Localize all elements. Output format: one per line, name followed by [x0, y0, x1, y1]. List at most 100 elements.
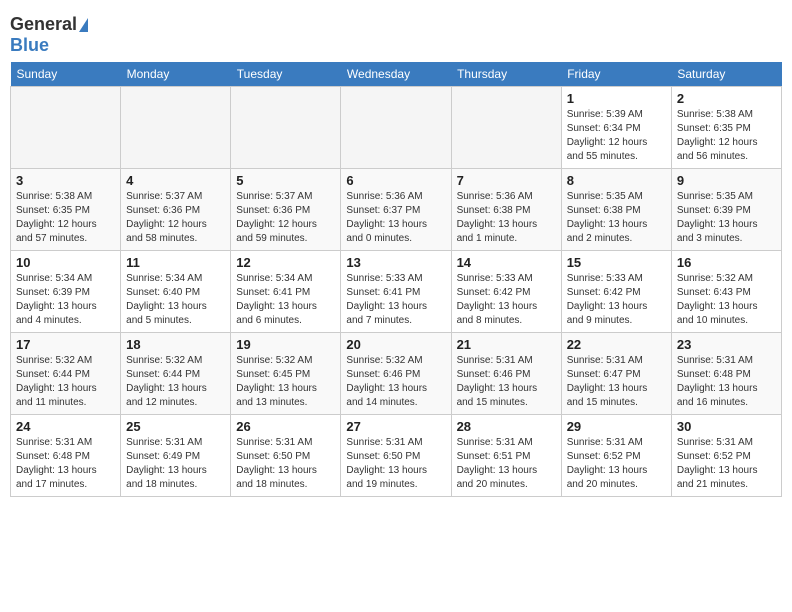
day-number: 6	[346, 173, 445, 188]
day-info: Sunrise: 5:38 AMSunset: 6:35 PMDaylight:…	[677, 109, 758, 162]
calendar-cell: 16 Sunrise: 5:32 AMSunset: 6:43 PMDaylig…	[671, 251, 781, 333]
logo-general-text: General	[10, 14, 77, 35]
logo-triangle-icon	[79, 18, 88, 32]
calendar-cell: 29 Sunrise: 5:31 AMSunset: 6:52 PMDaylig…	[561, 415, 671, 497]
day-number: 3	[16, 173, 115, 188]
calendar-cell: 4 Sunrise: 5:37 AMSunset: 6:36 PMDayligh…	[121, 169, 231, 251]
calendar-cell: 7 Sunrise: 5:36 AMSunset: 6:38 PMDayligh…	[451, 169, 561, 251]
day-info: Sunrise: 5:31 AMSunset: 6:46 PMDaylight:…	[457, 355, 538, 408]
calendar-cell	[231, 87, 341, 169]
day-info: Sunrise: 5:36 AMSunset: 6:37 PMDaylight:…	[346, 191, 427, 244]
day-number: 19	[236, 337, 335, 352]
day-number: 30	[677, 419, 776, 434]
day-number: 22	[567, 337, 666, 352]
calendar-cell	[11, 87, 121, 169]
calendar-cell: 30 Sunrise: 5:31 AMSunset: 6:52 PMDaylig…	[671, 415, 781, 497]
calendar-cell: 10 Sunrise: 5:34 AMSunset: 6:39 PMDaylig…	[11, 251, 121, 333]
day-number: 20	[346, 337, 445, 352]
day-number: 14	[457, 255, 556, 270]
calendar-cell: 25 Sunrise: 5:31 AMSunset: 6:49 PMDaylig…	[121, 415, 231, 497]
day-number: 4	[126, 173, 225, 188]
calendar-table: SundayMondayTuesdayWednesdayThursdayFrid…	[10, 62, 782, 497]
day-number: 1	[567, 91, 666, 106]
weekday-header-sunday: Sunday	[11, 62, 121, 87]
calendar-cell: 3 Sunrise: 5:38 AMSunset: 6:35 PMDayligh…	[11, 169, 121, 251]
day-number: 21	[457, 337, 556, 352]
logo-blue-text: Blue	[10, 35, 49, 56]
calendar-cell: 8 Sunrise: 5:35 AMSunset: 6:38 PMDayligh…	[561, 169, 671, 251]
day-info: Sunrise: 5:31 AMSunset: 6:51 PMDaylight:…	[457, 437, 538, 490]
day-info: Sunrise: 5:37 AMSunset: 6:36 PMDaylight:…	[236, 191, 317, 244]
weekday-header-saturday: Saturday	[671, 62, 781, 87]
day-info: Sunrise: 5:34 AMSunset: 6:40 PMDaylight:…	[126, 273, 207, 326]
day-number: 5	[236, 173, 335, 188]
day-info: Sunrise: 5:33 AMSunset: 6:41 PMDaylight:…	[346, 273, 427, 326]
day-number: 16	[677, 255, 776, 270]
day-number: 24	[16, 419, 115, 434]
weekday-header-friday: Friday	[561, 62, 671, 87]
calendar-cell: 1 Sunrise: 5:39 AMSunset: 6:34 PMDayligh…	[561, 87, 671, 169]
day-number: 15	[567, 255, 666, 270]
calendar-cell: 20 Sunrise: 5:32 AMSunset: 6:46 PMDaylig…	[341, 333, 451, 415]
day-info: Sunrise: 5:39 AMSunset: 6:34 PMDaylight:…	[567, 109, 648, 162]
calendar-week-row: 3 Sunrise: 5:38 AMSunset: 6:35 PMDayligh…	[11, 169, 782, 251]
calendar-cell: 21 Sunrise: 5:31 AMSunset: 6:46 PMDaylig…	[451, 333, 561, 415]
page-header: General Blue	[10, 10, 782, 56]
day-info: Sunrise: 5:36 AMSunset: 6:38 PMDaylight:…	[457, 191, 538, 244]
day-number: 25	[126, 419, 225, 434]
calendar-cell	[341, 87, 451, 169]
day-number: 26	[236, 419, 335, 434]
day-info: Sunrise: 5:33 AMSunset: 6:42 PMDaylight:…	[567, 273, 648, 326]
day-number: 11	[126, 255, 225, 270]
day-number: 27	[346, 419, 445, 434]
day-info: Sunrise: 5:31 AMSunset: 6:52 PMDaylight:…	[677, 437, 758, 490]
calendar-week-row: 24 Sunrise: 5:31 AMSunset: 6:48 PMDaylig…	[11, 415, 782, 497]
calendar-cell: 17 Sunrise: 5:32 AMSunset: 6:44 PMDaylig…	[11, 333, 121, 415]
day-info: Sunrise: 5:33 AMSunset: 6:42 PMDaylight:…	[457, 273, 538, 326]
calendar-week-row: 10 Sunrise: 5:34 AMSunset: 6:39 PMDaylig…	[11, 251, 782, 333]
day-number: 17	[16, 337, 115, 352]
calendar-cell: 28 Sunrise: 5:31 AMSunset: 6:51 PMDaylig…	[451, 415, 561, 497]
calendar-cell: 2 Sunrise: 5:38 AMSunset: 6:35 PMDayligh…	[671, 87, 781, 169]
weekday-header-monday: Monday	[121, 62, 231, 87]
calendar-cell: 23 Sunrise: 5:31 AMSunset: 6:48 PMDaylig…	[671, 333, 781, 415]
calendar-cell	[121, 87, 231, 169]
day-info: Sunrise: 5:31 AMSunset: 6:48 PMDaylight:…	[677, 355, 758, 408]
calendar-week-row: 17 Sunrise: 5:32 AMSunset: 6:44 PMDaylig…	[11, 333, 782, 415]
day-info: Sunrise: 5:35 AMSunset: 6:39 PMDaylight:…	[677, 191, 758, 244]
day-info: Sunrise: 5:34 AMSunset: 6:39 PMDaylight:…	[16, 273, 97, 326]
day-info: Sunrise: 5:31 AMSunset: 6:49 PMDaylight:…	[126, 437, 207, 490]
weekday-header-row: SundayMondayTuesdayWednesdayThursdayFrid…	[11, 62, 782, 87]
day-info: Sunrise: 5:37 AMSunset: 6:36 PMDaylight:…	[126, 191, 207, 244]
day-number: 8	[567, 173, 666, 188]
day-number: 23	[677, 337, 776, 352]
calendar-cell: 15 Sunrise: 5:33 AMSunset: 6:42 PMDaylig…	[561, 251, 671, 333]
day-info: Sunrise: 5:31 AMSunset: 6:52 PMDaylight:…	[567, 437, 648, 490]
calendar-cell	[451, 87, 561, 169]
calendar-cell: 9 Sunrise: 5:35 AMSunset: 6:39 PMDayligh…	[671, 169, 781, 251]
calendar-week-row: 1 Sunrise: 5:39 AMSunset: 6:34 PMDayligh…	[11, 87, 782, 169]
day-number: 18	[126, 337, 225, 352]
logo: General Blue	[10, 10, 88, 56]
calendar-cell: 19 Sunrise: 5:32 AMSunset: 6:45 PMDaylig…	[231, 333, 341, 415]
day-info: Sunrise: 5:31 AMSunset: 6:50 PMDaylight:…	[236, 437, 317, 490]
day-number: 2	[677, 91, 776, 106]
day-number: 7	[457, 173, 556, 188]
day-number: 12	[236, 255, 335, 270]
calendar-cell: 18 Sunrise: 5:32 AMSunset: 6:44 PMDaylig…	[121, 333, 231, 415]
day-number: 29	[567, 419, 666, 434]
calendar-cell: 24 Sunrise: 5:31 AMSunset: 6:48 PMDaylig…	[11, 415, 121, 497]
calendar-cell: 27 Sunrise: 5:31 AMSunset: 6:50 PMDaylig…	[341, 415, 451, 497]
calendar-cell: 13 Sunrise: 5:33 AMSunset: 6:41 PMDaylig…	[341, 251, 451, 333]
weekday-header-tuesday: Tuesday	[231, 62, 341, 87]
day-info: Sunrise: 5:32 AMSunset: 6:44 PMDaylight:…	[16, 355, 97, 408]
day-info: Sunrise: 5:31 AMSunset: 6:47 PMDaylight:…	[567, 355, 648, 408]
weekday-header-thursday: Thursday	[451, 62, 561, 87]
day-number: 10	[16, 255, 115, 270]
day-info: Sunrise: 5:31 AMSunset: 6:48 PMDaylight:…	[16, 437, 97, 490]
calendar-cell: 12 Sunrise: 5:34 AMSunset: 6:41 PMDaylig…	[231, 251, 341, 333]
day-info: Sunrise: 5:35 AMSunset: 6:38 PMDaylight:…	[567, 191, 648, 244]
calendar-cell: 22 Sunrise: 5:31 AMSunset: 6:47 PMDaylig…	[561, 333, 671, 415]
day-info: Sunrise: 5:32 AMSunset: 6:45 PMDaylight:…	[236, 355, 317, 408]
day-number: 13	[346, 255, 445, 270]
